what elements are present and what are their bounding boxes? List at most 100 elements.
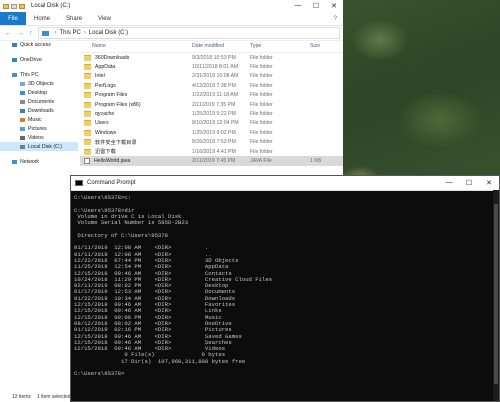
sidebar-item[interactable]: This PC	[0, 70, 78, 79]
cmd-scrollbar[interactable]	[493, 190, 499, 401]
console-line: C:\Users\95378>	[74, 370, 125, 378]
file-name-cell: qycache	[80, 111, 192, 118]
table-row[interactable]: qycache 1/25/2019 5:22 PM File folder	[80, 109, 343, 118]
folder-icon	[84, 129, 91, 136]
table-row[interactable]: 迅雷下载 1/16/2019 4:41 PM File folder	[80, 147, 343, 156]
back-icon[interactable]: ←	[5, 30, 12, 37]
file-type: File folder	[250, 54, 273, 61]
date-modified: 8/10/2018 12:04 PM	[192, 120, 239, 127]
column-type[interactable]: Type	[250, 43, 310, 49]
sidebar-item-label: Local Disk (C:)	[28, 143, 63, 150]
command-prompt-window[interactable]: Command Prompt — ☐ ✕ C:\Users\95378>c: C…	[70, 175, 500, 402]
cmd-close-button[interactable]: ✕	[479, 179, 499, 187]
sidebar-item-label: Desktop	[28, 89, 48, 96]
address-bar[interactable]: › This PC › Local Disk (C:)	[37, 27, 340, 39]
new-folder-icon[interactable]	[19, 3, 25, 9]
sidebar-item[interactable]: Local Disk (C:)	[0, 142, 78, 151]
sidebar-item[interactable]: Quick access	[0, 40, 78, 49]
date-modified: 1/25/2019 5:22 PM	[192, 111, 236, 118]
folder-icon	[84, 92, 91, 99]
sidebar-item-label: Documents	[28, 98, 55, 105]
cloud-icon	[12, 57, 17, 62]
up-icon[interactable]: ↑	[29, 30, 33, 37]
tab-home[interactable]: Home	[26, 12, 58, 25]
sidebar-item-label: Downloads	[28, 107, 54, 114]
explorer-title-bar[interactable]: Local Disk (C:) — ☐ ✕	[0, 0, 343, 12]
file-name-cell: Program Files (x86)	[80, 101, 192, 108]
column-size[interactable]: Size	[310, 43, 340, 49]
properties-icon[interactable]	[11, 3, 17, 9]
tab-share[interactable]: Share	[58, 12, 90, 25]
maximize-button[interactable]: ☐	[307, 2, 325, 10]
breadcrumb-this-pc[interactable]: This PC	[60, 30, 81, 36]
sidebar-item-label: Music	[28, 116, 42, 123]
forward-icon[interactable]: →	[17, 30, 24, 37]
column-name[interactable]: Name	[80, 43, 192, 49]
table-row[interactable]: Intel 2/31/2018 10:08 AM File folder	[80, 72, 343, 81]
folder-icon	[84, 111, 91, 118]
sidebar-item[interactable]: Network	[0, 157, 78, 166]
breadcrumb-local-disk[interactable]: Local Disk (C:)	[89, 30, 128, 36]
sidebar-item[interactable]: Documents	[0, 97, 78, 106]
console-output[interactable]: C:\Users\95378>c: C:\Users\95378>dir Vol…	[71, 191, 499, 382]
window-controls: — ☐ ✕	[289, 2, 343, 10]
file-name: Users	[95, 120, 109, 127]
table-row[interactable]: 软件安全下载目录 8/26/2018 7:53 PM File folder	[80, 138, 343, 147]
close-button[interactable]: ✕	[325, 2, 343, 10]
file-type: File folder	[250, 129, 273, 136]
file-name-cell: Intel	[80, 73, 192, 80]
sidebar-item-label: OneDrive	[20, 56, 42, 63]
sidebar-item[interactable]: Music	[0, 115, 78, 124]
file-name: HelloWorld.java	[94, 157, 131, 164]
help-icon[interactable]: ?	[334, 12, 343, 25]
sidebar-item-label: Pictures	[28, 125, 47, 132]
sidebar-item[interactable]: 3D Objects	[0, 79, 78, 88]
folder-icon	[84, 139, 91, 146]
chevron-right-icon: ›	[54, 30, 57, 36]
sidebar-item[interactable]: Desktop	[0, 88, 78, 97]
navigation-pane: Quick access OneDrive This PC 3D Objects Des…	[0, 40, 78, 392]
cube-icon	[20, 81, 25, 86]
file-size: 1 KB	[310, 157, 322, 164]
table-row[interactable]: HelloWorld.java 2/11/2019 7:45 PM JAVA Fil…	[80, 156, 343, 166]
table-row[interactable]: 360Downloads 9/3/2018 10:53 PM File folder	[80, 53, 343, 62]
sidebar-item[interactable]: Downloads	[0, 106, 78, 115]
date-modified: 2/11/2019 7:35 PM	[192, 101, 236, 108]
table-row[interactable]: Windows 1/25/2019 9:02 PM File folder	[80, 128, 343, 137]
cmd-title-bar[interactable]: Command Prompt — ☐ ✕	[71, 176, 499, 191]
date-modified: 10/11/2018 8:01 AM	[192, 64, 239, 71]
java-file-icon	[84, 157, 90, 164]
date-modified: 4/12/2018 7:38 PM	[192, 82, 236, 89]
tab-view[interactable]: View	[90, 12, 119, 25]
table-row[interactable]: PerfLogs 4/12/2018 7:38 PM File folder	[80, 81, 343, 90]
star-icon	[12, 42, 17, 47]
sidebar-item[interactable]: Pictures	[0, 124, 78, 133]
file-name: Program Files (x86)	[95, 101, 141, 108]
table-row[interactable]: Program Files 1/22/2019 11:18 AM File fold…	[80, 91, 343, 100]
folder-icon	[84, 82, 91, 89]
file-rows: 360Downloads 9/3/2018 10:53 PM File folder…	[80, 53, 343, 166]
file-type: File folder	[250, 73, 273, 80]
file-type: File folder	[250, 120, 273, 127]
date-modified: 2/11/2019 7:45 PM	[192, 157, 236, 164]
date-modified: 1/22/2019 11:18 AM	[192, 92, 239, 99]
folder-icon	[84, 64, 91, 71]
quick-access-toolbar	[3, 3, 25, 9]
table-row[interactable]: AppData 10/11/2018 8:01 AM File folder	[80, 62, 343, 71]
date-modified: 9/3/2018 10:53 PM	[192, 54, 236, 61]
minimize-button[interactable]: —	[289, 2, 307, 10]
address-row: ← → ↑ › This PC › Local Disk (C:)	[0, 26, 343, 41]
cmd-minimize-button[interactable]: —	[439, 179, 459, 187]
file-type: File folder	[250, 148, 273, 155]
cmd-maximize-button[interactable]: ☐	[459, 179, 479, 187]
scrollbar-thumb[interactable]	[494, 204, 498, 384]
table-row[interactable]: Program Files (x86) 2/11/2019 7:35 PM File…	[80, 100, 343, 109]
folder-icon	[84, 54, 91, 61]
sidebar-item[interactable]: Videos	[0, 133, 78, 142]
folder-icon	[84, 73, 91, 80]
tab-file[interactable]: File	[0, 12, 26, 25]
sidebar-item[interactable]: OneDrive	[0, 55, 78, 64]
table-row[interactable]: Users 8/10/2018 12:04 PM File folder	[80, 119, 343, 128]
cmd-window-controls: — ☐ ✕	[439, 179, 499, 187]
column-date-modified[interactable]: Date modified	[192, 43, 250, 49]
